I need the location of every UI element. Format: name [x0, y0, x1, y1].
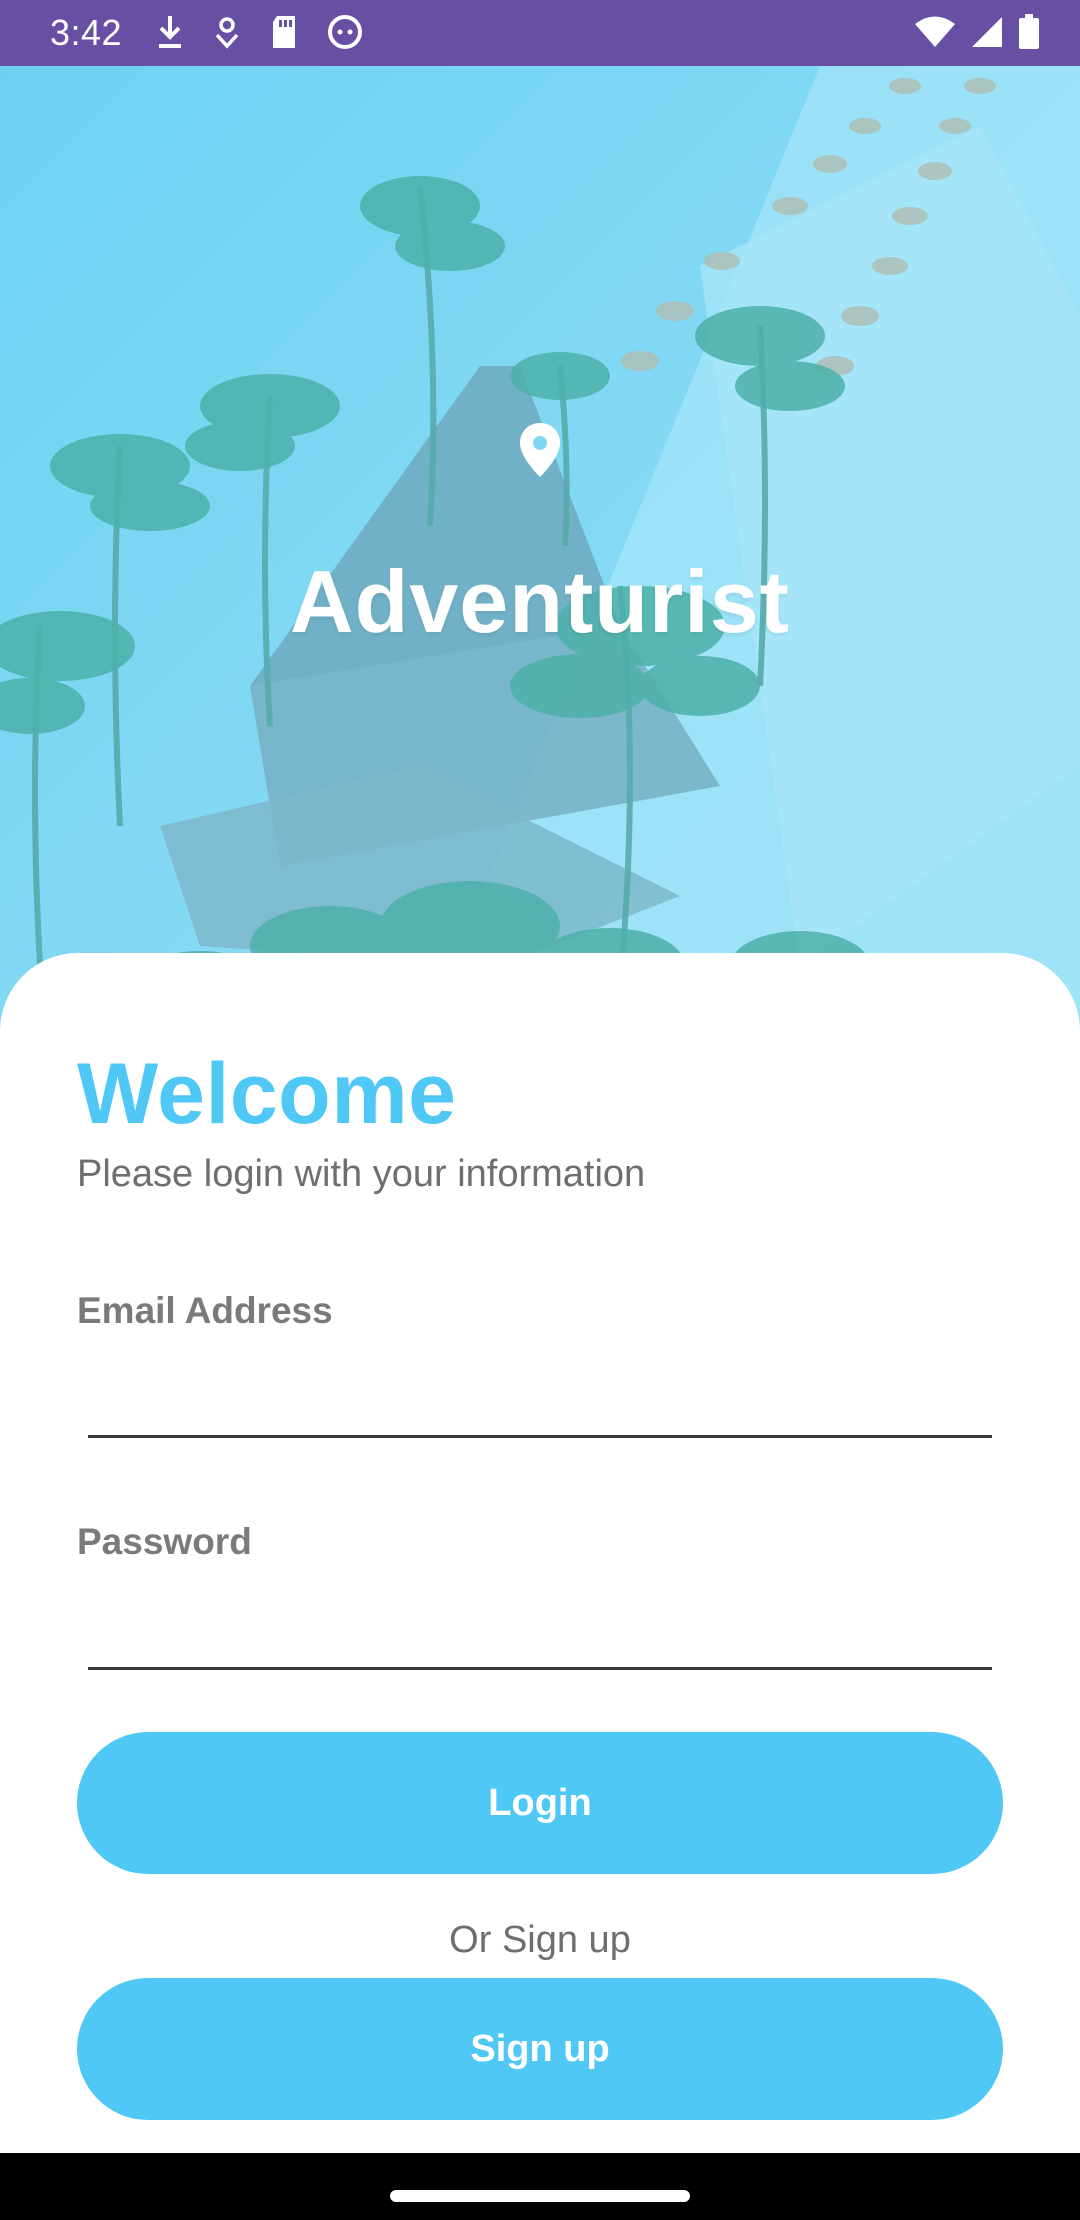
signup-button[interactable]: Sign up: [77, 1978, 1003, 2120]
login-screen: 3:42 Adventurist Welcome Please login wi…: [0, 0, 1080, 2220]
password-label: Password: [77, 1521, 252, 1562]
battery-icon: [1019, 14, 1039, 49]
navigation-bar: [0, 2153, 1080, 2220]
login-card: Welcome Please login with your informati…: [0, 953, 1080, 2153]
location-ring-icon: [215, 17, 239, 49]
android-face-icon: [328, 15, 362, 49]
or-signup-text: Or Sign up: [449, 1919, 631, 1961]
status-time: 3:42: [50, 12, 123, 53]
signal-icon: [972, 17, 1002, 47]
status-icons-left: [155, 14, 363, 50]
wifi-icon: [915, 16, 955, 47]
login-button[interactable]: Login: [77, 1732, 1003, 1874]
download-icon: [159, 16, 181, 48]
sd-card-icon: [273, 16, 295, 48]
email-field[interactable]: [88, 1368, 992, 1438]
hero-banner: Adventurist: [0, 66, 1080, 1046]
status-bar: 3:42: [0, 0, 1080, 66]
home-gesture-handle[interactable]: [390, 2190, 690, 2202]
welcome-heading: Welcome: [77, 1046, 457, 1142]
login-subtitle: Please login with your information: [77, 1153, 646, 1195]
map-pin-icon: [520, 423, 560, 477]
email-label: Email Address: [77, 1290, 333, 1331]
status-icons-right: [914, 14, 1040, 50]
app-title: Adventurist: [290, 552, 790, 651]
password-field[interactable]: [88, 1600, 992, 1670]
